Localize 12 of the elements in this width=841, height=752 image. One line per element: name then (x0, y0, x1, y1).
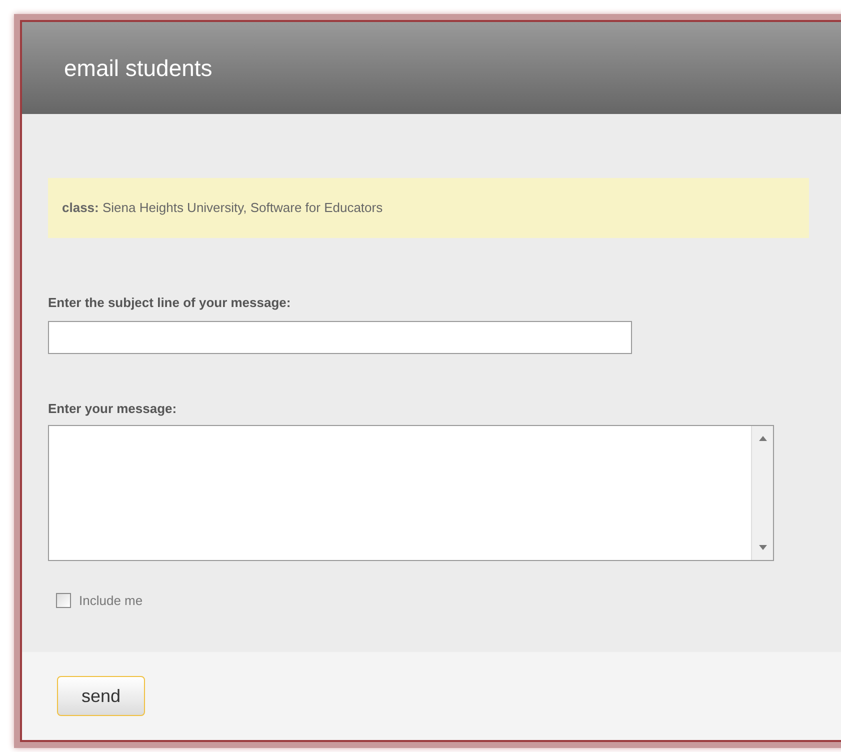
send-button[interactable]: send (57, 676, 145, 716)
page-title: email students (64, 54, 212, 83)
scroll-up-icon[interactable] (758, 436, 766, 441)
subject-field[interactable] (48, 320, 632, 354)
include-me-checkbox[interactable] (56, 593, 71, 608)
class-text: class: Siena Heights University, Software for Educators (62, 199, 383, 218)
message-field[interactable] (48, 425, 774, 561)
scrollbar[interactable] (751, 426, 773, 560)
scroll-down-icon[interactable] (758, 545, 766, 550)
subject-label: Enter the subject line of your message: (48, 294, 291, 312)
message-label: Enter your message: (48, 400, 177, 418)
include-me-label: Include me (79, 592, 143, 610)
